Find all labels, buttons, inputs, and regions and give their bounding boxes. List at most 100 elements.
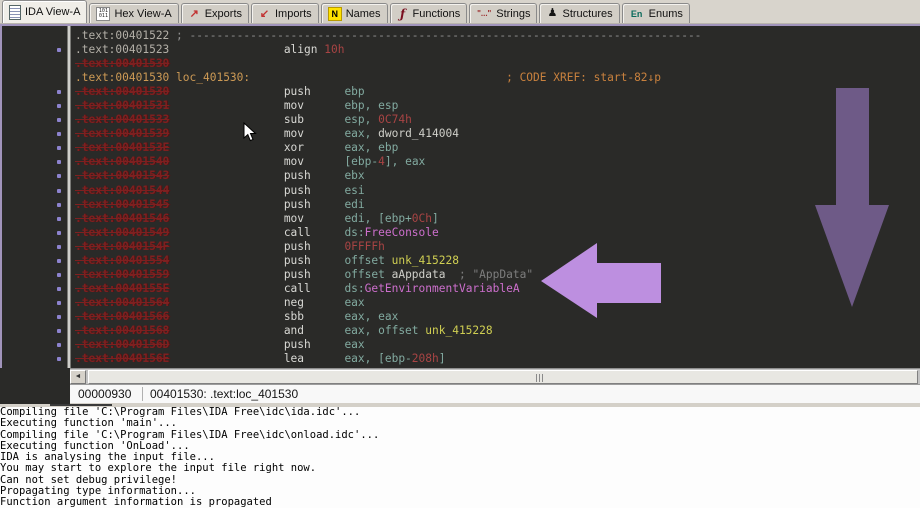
code-segment: .text:00401530 <box>75 85 169 98</box>
code-segment: .text:00401540 <box>75 155 169 168</box>
listing-line[interactable]: .text:0040153E xor eax, ebp <box>2 141 920 155</box>
line-marker-icon <box>57 146 61 150</box>
code-segment <box>169 43 284 56</box>
listing-line[interactable]: .text:00401522 ; -----------------------… <box>2 29 920 43</box>
listing-line[interactable]: .text:00401530 push ebp <box>2 85 920 99</box>
listing-line[interactable]: .text:0040156E lea eax, [ebp-208h] <box>2 352 920 366</box>
tab-bar: IDA View-A101 011Hex View-A↗Exports↙Impo… <box>0 0 920 24</box>
tab-names[interactable]: NNames <box>321 3 388 23</box>
code-segment: ], eax <box>385 155 425 168</box>
code-segment: ] <box>432 212 439 225</box>
code-segment: eax <box>344 338 364 351</box>
listing-line[interactable]: .text:00401554 push offset unk_415228 <box>2 254 920 268</box>
code-segment <box>169 226 284 239</box>
line-marker-icon <box>57 90 61 94</box>
listing-line[interactable]: .text:00401559 push offset aAppdata ; "A… <box>2 268 920 282</box>
tab-exports[interactable]: ↗Exports <box>181 3 249 23</box>
listing-line-code: .text:00401554 push offset unk_415228 <box>75 254 459 268</box>
code-segment <box>445 268 458 281</box>
disassembly-listing: .text:00401522 ; -----------------------… <box>2 29 920 366</box>
line-marker-icon <box>57 343 61 347</box>
line-marker-icon <box>57 189 61 193</box>
listing-line-code: .text:00401566 sbb eax, eax <box>75 310 398 324</box>
scrollbar-thumb[interactable] <box>88 370 918 384</box>
code-segment: lea <box>284 352 345 365</box>
listing-line[interactable]: .text:00401549 call ds:FreeConsole <box>2 226 920 240</box>
code-segment: loc_401530: <box>176 71 250 84</box>
code-segment: .text:0040156E <box>75 352 169 365</box>
listing-line[interactable]: .text:00401540 mov [ebp-4], eax <box>2 155 920 169</box>
listing-line[interactable]: .text:00401544 push esi <box>2 184 920 198</box>
dock-splitter-handle[interactable] <box>50 404 112 406</box>
code-segment: .text:00401564 <box>75 296 169 309</box>
tab-enums[interactable]: EnEnums <box>622 3 690 23</box>
listing-line[interactable]: .text:00401523 align 10h <box>2 43 920 57</box>
horizontal-scrollbar[interactable]: ◄ <box>70 368 920 384</box>
listing-line[interactable]: .text:00401543 push ebx <box>2 169 920 183</box>
listing-line[interactable]: .text:0040155E call ds:GetEnvironmentVar… <box>2 282 920 296</box>
code-segment: sub <box>284 113 345 126</box>
listing-line[interactable]: .text:00401566 sbb eax, eax <box>2 310 920 324</box>
line-marker-icon <box>57 245 61 249</box>
code-segment: push <box>284 338 345 351</box>
listing-line-code: .text:00401522 ; -----------------------… <box>75 29 701 43</box>
line-marker-icon <box>57 48 61 52</box>
listing-line[interactable]: .text:00401546 mov edi, [ebp+0Ch] <box>2 212 920 226</box>
listing-line[interactable]: .text:00401530 <box>2 57 920 71</box>
listing-line[interactable]: .text:00401533 sub esp, 0C74h <box>2 113 920 127</box>
code-segment: edi <box>344 198 364 211</box>
output-line: Executing function 'main'... <box>0 418 920 429</box>
code-segment: GetEnvironmentVariableA <box>365 282 520 295</box>
code-segment: call <box>284 226 345 239</box>
code-segment: sbb <box>284 310 345 323</box>
tab-label: Imports <box>275 8 312 20</box>
tab-structures[interactable]: ♟Structures <box>539 3 619 23</box>
code-segment: .text:00401546 <box>75 212 169 225</box>
listing-line[interactable]: .text:00401545 push edi <box>2 198 920 212</box>
scroll-left-button[interactable]: ◄ <box>70 370 86 384</box>
code-segment: mov <box>284 212 345 225</box>
line-marker-icon <box>57 231 61 235</box>
tab-hex-view-a[interactable]: 101 011Hex View-A <box>89 3 178 23</box>
code-segment <box>169 268 284 281</box>
line-marker-icon <box>57 203 61 207</box>
code-segment <box>169 169 284 182</box>
tab-ida-view-a[interactable]: IDA View-A <box>2 0 87 23</box>
code-segment: call <box>284 282 345 295</box>
tab-functions[interactable]: ƒFunctions <box>390 3 468 23</box>
listing-line[interactable]: .text:0040156D push eax <box>2 338 920 352</box>
code-segment: eax <box>344 296 364 309</box>
listing-line[interactable]: .text:00401531 mov ebp, esp <box>2 99 920 113</box>
code-segment: mov <box>284 99 345 112</box>
code-segment: 208h <box>412 352 439 365</box>
tab-label: Hex View-A <box>114 8 171 20</box>
listing-line[interactable]: .text:00401530 loc_401530: ; CODE XREF: … <box>2 71 920 85</box>
line-marker-icon <box>57 273 61 277</box>
line-marker-icon <box>57 357 61 361</box>
code-segment: .text:0040155E <box>75 282 169 295</box>
listing-line[interactable]: .text:00401539 mov eax, dword_414004 <box>2 127 920 141</box>
listing-line[interactable]: .text:0040154F push 0FFFFh <box>2 240 920 254</box>
strings-icon: "..." <box>476 8 492 20</box>
listing-line-code: .text:00401545 push edi <box>75 198 365 212</box>
tab-label: Functions <box>413 8 461 20</box>
code-segment <box>169 338 284 351</box>
output-window[interactable]: Compiling file 'C:\Program Files\IDA Fre… <box>0 407 920 508</box>
code-segment: xor <box>284 141 345 154</box>
code-segment: offset <box>344 254 391 267</box>
disassembly-view[interactable]: .text:00401522 ; -----------------------… <box>0 26 920 368</box>
code-segment <box>169 352 284 365</box>
code-segment: ds: <box>344 226 364 239</box>
status-bar: 00000930 00401530: .text:loc_401530 <box>70 384 920 403</box>
code-segment: eax, <box>344 127 378 140</box>
code-segment: esp, <box>344 113 378 126</box>
tab-imports[interactable]: ↙Imports <box>251 3 319 23</box>
tab-strings[interactable]: "..."Strings <box>469 3 537 23</box>
code-segment: 4 <box>378 155 385 168</box>
code-segment: .text:00401530 <box>75 57 169 70</box>
code-segment: .text:00401545 <box>75 198 169 211</box>
code-segment: .text:00401539 <box>75 127 169 140</box>
listing-line[interactable]: .text:00401568 and eax, offset unk_41522… <box>2 324 920 338</box>
listing-line[interactable]: .text:00401564 neg eax <box>2 296 920 310</box>
code-segment <box>169 127 284 140</box>
